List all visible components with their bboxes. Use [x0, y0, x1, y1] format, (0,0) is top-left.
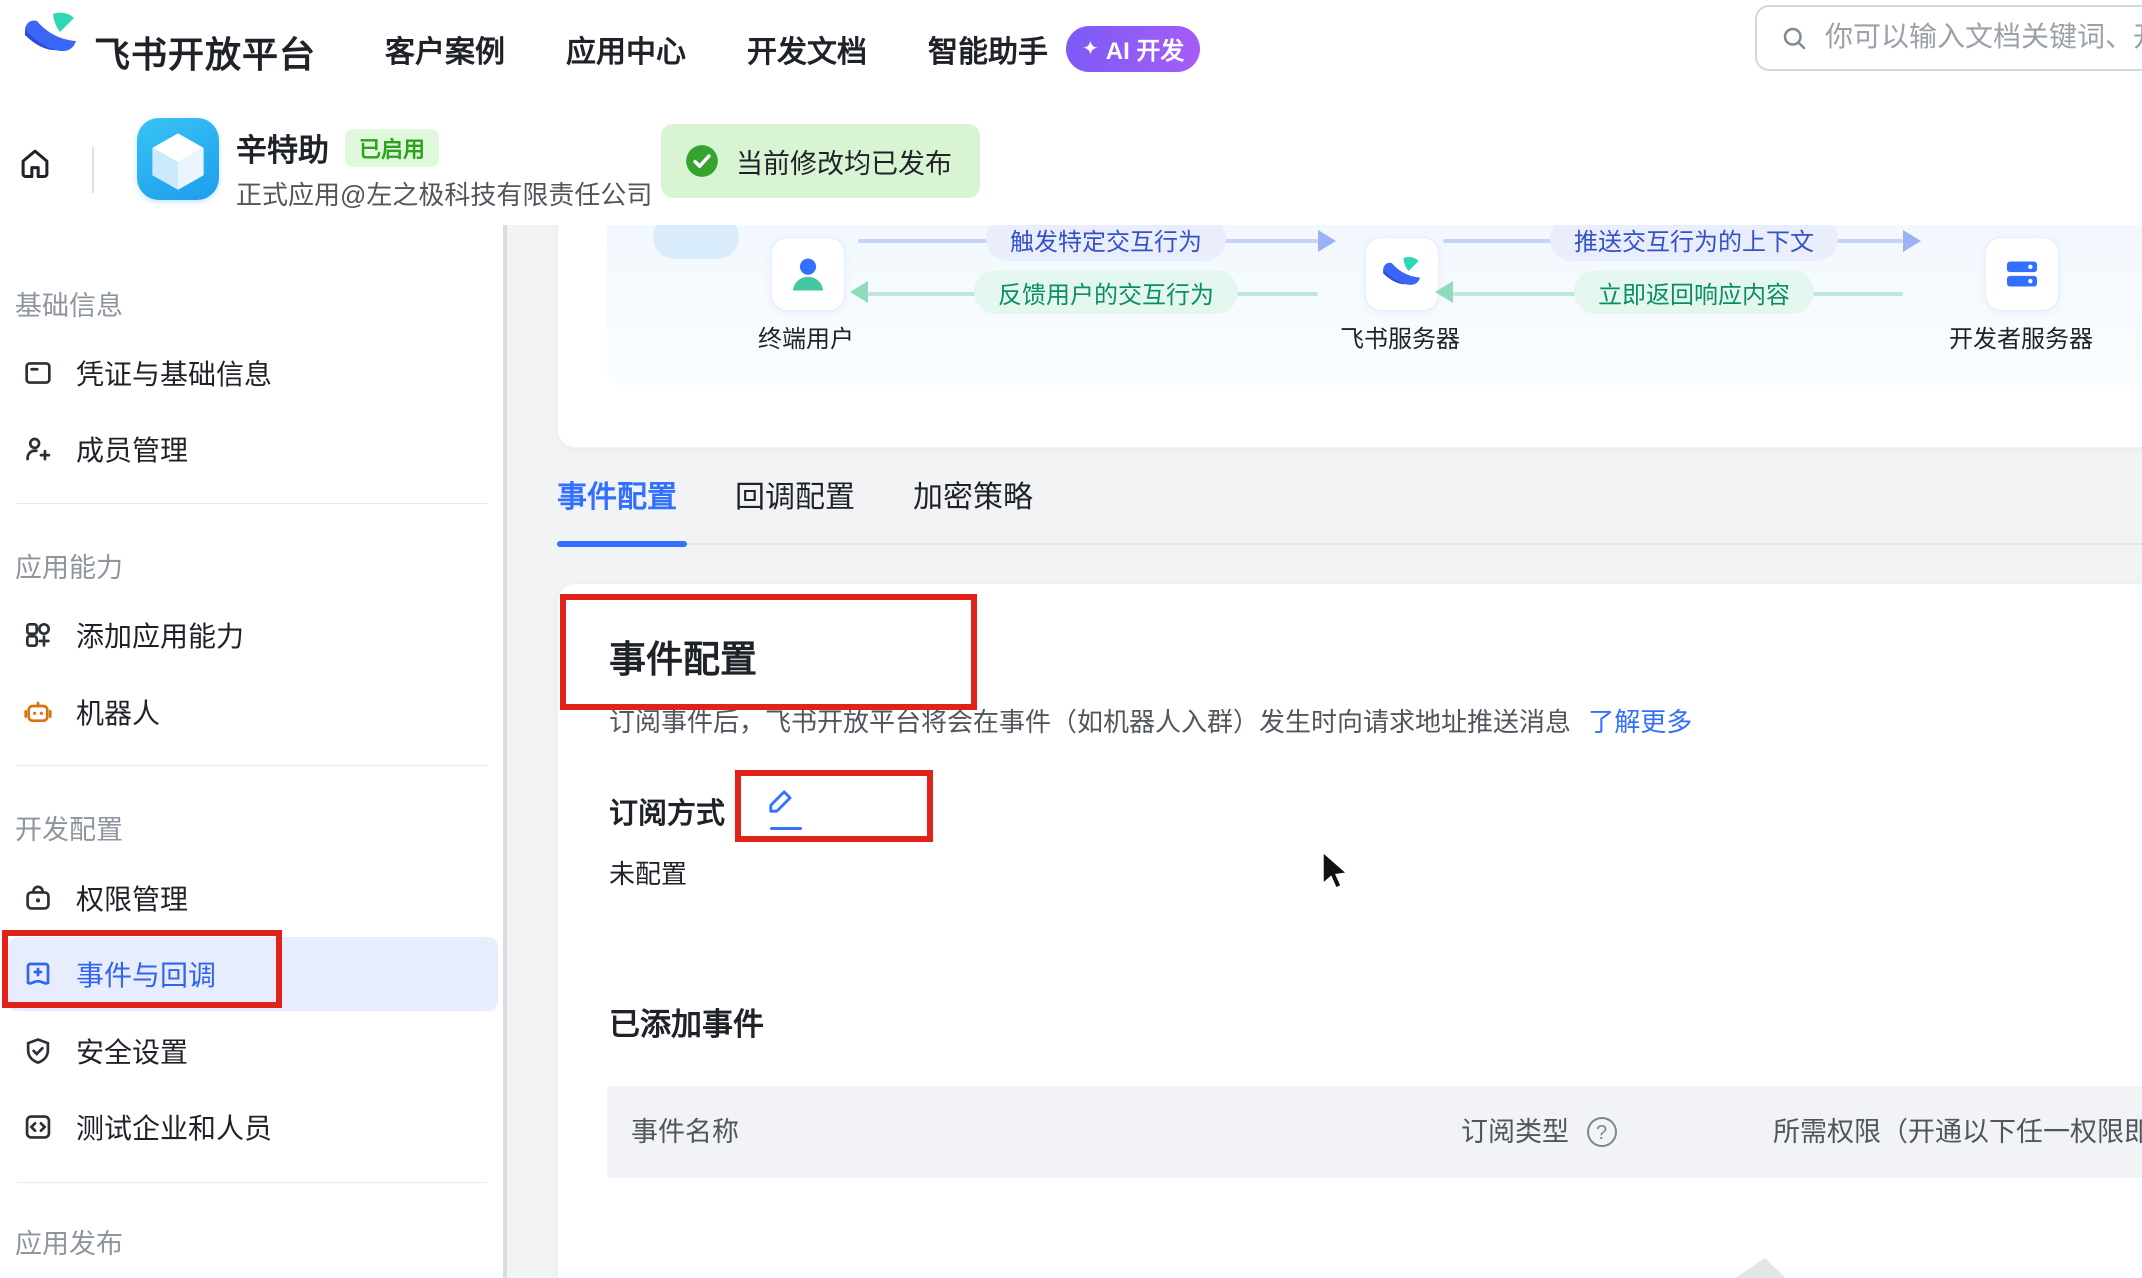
- publish-status-text: 当前修改均已发布: [736, 142, 952, 181]
- sidebar-item-bot[interactable]: 机器人: [8, 684, 498, 740]
- edit-subscription-button[interactable]: [764, 784, 810, 834]
- arrow-label-response: 立即返回响应内容: [1574, 270, 1814, 314]
- pencil-underline: [770, 827, 802, 830]
- nav-item-ai-assistant[interactable]: 智能助手 ✦ AI 开发: [928, 26, 1200, 72]
- sidebar-item-test-company[interactable]: 测试企业和人员: [8, 1099, 498, 1155]
- check-circle-icon: [683, 142, 721, 180]
- sidebar-item-permissions[interactable]: 权限管理: [8, 870, 498, 926]
- subscription-method-label: 订阅方式: [609, 790, 725, 832]
- nav-menu: 客户案例 应用中心 开发文档 智能助手 ✦ AI 开发: [385, 0, 1200, 97]
- pencil-icon: [764, 784, 798, 818]
- help-icon[interactable]: ?: [1587, 1117, 1617, 1147]
- doc-search: [1755, 5, 2142, 71]
- sidebar-item-label: 添加应用能力: [76, 615, 244, 655]
- tab-event-config[interactable]: 事件配置: [557, 472, 677, 516]
- nav-item-label: 智能助手: [928, 27, 1048, 71]
- sidebar-item-label: 机器人: [76, 692, 160, 732]
- header-divider: [92, 147, 94, 193]
- sidebar-item-security[interactable]: 安全设置: [8, 1023, 498, 1079]
- sidebar-scrollbar[interactable]: [503, 225, 507, 1278]
- capability-grid-icon: [22, 619, 54, 651]
- sidebar-divider: [17, 765, 487, 766]
- page-root: 终端用户 飞书服务器 开发者服务器: [0, 0, 2142, 1278]
- sidebar-item-add-capability[interactable]: 添加应用能力: [8, 607, 498, 663]
- feishu-server-node: [1365, 237, 1439, 311]
- arrow-head-trigger: [1318, 230, 1336, 252]
- app-title-row: 辛特助 已启用: [236, 125, 439, 170]
- sidebar-item-label: 事件与回调: [76, 954, 216, 994]
- search-icon: [1779, 23, 1809, 53]
- enabled-status-badge: 已启用: [345, 129, 439, 167]
- sidebar-item-label: 权限管理: [76, 878, 188, 918]
- developer-server-node: [1985, 237, 2059, 311]
- description-text: 订阅事件后，飞书开放平台将会在事件（如机器人入群）发生时向请求地址推送消息: [609, 707, 1571, 737]
- col-event-name: 事件名称: [631, 1086, 739, 1178]
- sidebar-divider: [17, 1182, 487, 1183]
- added-events-title: 已添加事件: [609, 999, 764, 1044]
- col-required-permission: 所需权限（开通以下任一权限即可）: [1773, 1086, 2142, 1178]
- nav-item-app-center[interactable]: 应用中心: [566, 27, 686, 71]
- app-name: 辛特助: [236, 125, 329, 170]
- robot-icon: [22, 696, 54, 728]
- tab-encryption-policy[interactable]: 加密策略: [913, 472, 1033, 516]
- app-subtitle: 正式应用@左之极科技有限责任公司: [236, 175, 652, 212]
- active-tab-indicator: [557, 541, 687, 547]
- member-add-icon: [22, 433, 54, 465]
- config-tabs: 事件配置 回调配置 加密策略: [557, 472, 1033, 516]
- arrow-head-push: [1903, 230, 1921, 252]
- permission-lock-icon: [22, 882, 54, 914]
- sidebar-section-capabilities: 应用能力: [15, 546, 123, 585]
- events-table-header: 事件名称 订阅类型 ? 所需权限（开通以下任一权限即可）: [607, 1086, 2142, 1178]
- end-user-node: [771, 237, 845, 311]
- feishu-logo-icon: [1381, 256, 1423, 292]
- app-header: 辛特助 已启用 正式应用@左之极科技有限责任公司 当前修改均已发布: [0, 97, 2142, 225]
- sidebar-item-events-callbacks[interactable]: 事件与回调: [8, 937, 498, 1011]
- cube-icon: [137, 118, 219, 200]
- learn-more-link[interactable]: 了解更多: [1588, 707, 1692, 737]
- event-config-title: 事件配置: [609, 629, 757, 683]
- ai-dev-badge: ✦ AI 开发: [1066, 26, 1200, 72]
- nav-item-dev-docs[interactable]: 开发文档: [747, 27, 867, 71]
- app-avatar: [137, 118, 219, 200]
- sidebar-item-label: 测试企业和人员: [76, 1107, 272, 1147]
- sidebar-item-label: 凭证与基础信息: [76, 353, 272, 393]
- empty-state-illustration: [1613, 1244, 1893, 1278]
- developer-server-label: 开发者服务器: [1931, 319, 2111, 354]
- event-callback-icon: [22, 958, 54, 990]
- event-config-description: 订阅事件后，飞书开放平台将会在事件（如机器人入群）发生时向请求地址推送消息 了解…: [609, 702, 1692, 739]
- arrow-head-response: [1435, 281, 1453, 303]
- col-subscription-type: 订阅类型 ?: [1461, 1086, 1617, 1178]
- sidebar-section-dev-config: 开发配置: [15, 808, 123, 847]
- credential-card-icon: [22, 357, 54, 389]
- sidebar-section-basic-info: 基础信息: [15, 284, 123, 323]
- feishu-server-label: 飞书服务器: [1310, 319, 1490, 354]
- event-config-card: 事件配置 订阅事件后，飞书开放平台将会在事件（如机器人入群）发生时向请求地址推送…: [557, 583, 2142, 1278]
- code-box-icon: [22, 1111, 54, 1143]
- sidebar-item-label: 安全设置: [76, 1031, 188, 1071]
- search-input[interactable]: [1823, 7, 2142, 67]
- server-icon: [2002, 254, 2042, 294]
- sparkle-icon: ✦: [1082, 36, 1099, 61]
- subscription-method-value: 未配置: [609, 854, 687, 891]
- sidebar-divider: [17, 503, 487, 504]
- sidebar-item-credentials[interactable]: 凭证与基础信息: [8, 345, 498, 401]
- home-icon[interactable]: [16, 144, 54, 182]
- shield-check-icon: [22, 1035, 54, 1067]
- end-user-label: 终端用户: [716, 319, 896, 354]
- sidebar-item-label: 成员管理: [76, 429, 188, 469]
- publish-status-banner: 当前修改均已发布: [661, 124, 980, 198]
- feishu-logo[interactable]: [22, 12, 80, 60]
- tab-callback-config[interactable]: 回调配置: [735, 472, 855, 516]
- sidebar-section-app-release: 应用发布: [15, 1222, 123, 1261]
- brand-title[interactable]: 飞书开放平台: [94, 26, 316, 78]
- end-user-icon: [786, 252, 830, 296]
- sidebar-item-members[interactable]: 成员管理: [8, 421, 498, 477]
- nav-item-customer-cases[interactable]: 客户案例: [385, 27, 505, 71]
- ai-badge-label: AI 开发: [1106, 31, 1185, 66]
- arrow-label-feedback: 反馈用户的交互行为: [974, 270, 1238, 314]
- arrow-head-feedback: [850, 281, 868, 303]
- tabs-baseline: [557, 543, 2142, 545]
- col-subscription-type-text: 订阅类型: [1461, 1117, 1569, 1147]
